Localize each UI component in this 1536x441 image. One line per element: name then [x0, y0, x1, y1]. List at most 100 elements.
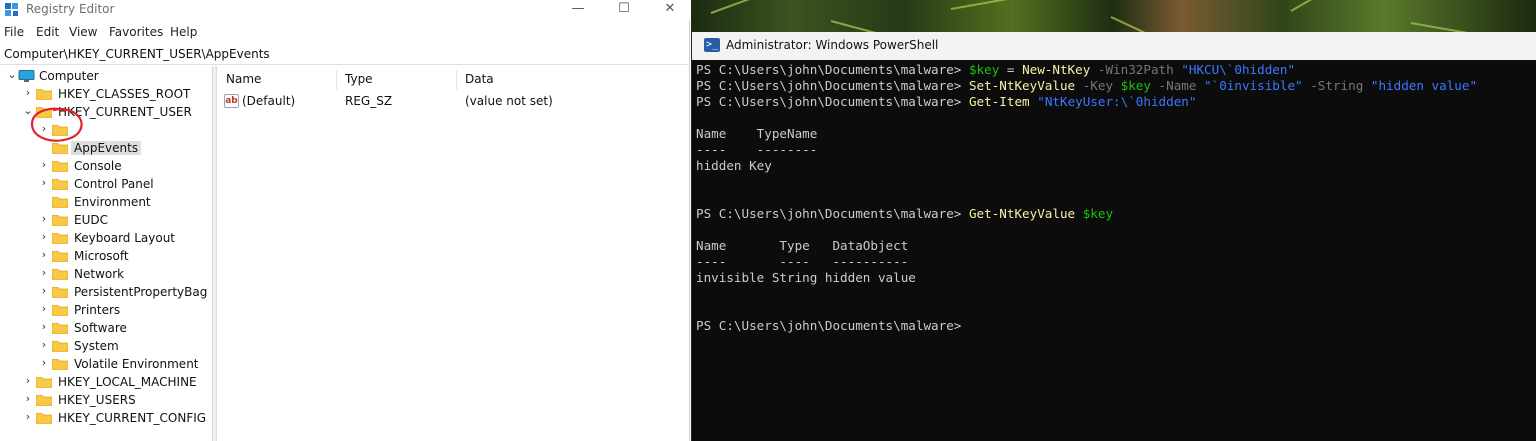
console-token: ---- --------	[696, 142, 818, 157]
chevron-right-icon[interactable]: ›	[22, 374, 34, 388]
console-token: Get-NtKeyValue	[968, 206, 1076, 221]
chevron-right-icon[interactable]: ›	[38, 230, 50, 244]
wallpaper-detail	[950, 0, 1021, 10]
menu-file[interactable]: File	[4, 25, 24, 39]
console-token: -Name	[1150, 78, 1205, 93]
chevron-right-icon[interactable]: ›	[38, 158, 50, 172]
tree-node-console[interactable]: › Console	[38, 157, 208, 175]
chevron-right-icon[interactable]: ›	[22, 392, 34, 406]
column-header-type[interactable]: Type	[345, 72, 373, 86]
console-line: ---- --------	[696, 142, 817, 158]
tree-node-network[interactable]: › Network	[38, 265, 208, 283]
wallpaper-detail	[1110, 16, 1193, 32]
tree-node-system[interactable]: › System	[38, 337, 208, 355]
powershell-window: >_ Administrator: Windows PowerShell PS …	[691, 32, 1536, 441]
tree-node-software[interactable]: › Software	[38, 319, 208, 337]
folder-icon	[52, 215, 68, 226]
tree-node-hkey-current-config[interactable]: › HKEY_CURRENT_CONFIG	[22, 409, 212, 427]
tree-label: HKEY_LOCAL_MACHINE	[58, 375, 197, 389]
address-bar[interactable]: Computer\HKEY_CURRENT_USER\AppEvents	[4, 47, 270, 61]
tree-label: Network	[74, 267, 125, 281]
console-line: Name TypeName	[696, 126, 817, 142]
menu-favorites[interactable]: Favorites	[109, 25, 163, 39]
chevron-right-icon[interactable]: ›	[38, 356, 50, 370]
console-line: Name Type DataObject	[696, 238, 908, 254]
console-token: $key	[1120, 78, 1151, 93]
console-token: New-NtKey	[1022, 62, 1091, 77]
console-token: -String	[1302, 78, 1371, 93]
console-line: PS C:\Users\john\Documents\malware> Set-…	[696, 78, 1477, 94]
console-line: PS C:\Users\john\Documents\malware> Get-…	[696, 206, 1113, 222]
console-token: PS C:\Users\john\Documents\malware>	[696, 206, 969, 221]
folder-icon	[52, 341, 68, 352]
tree-label: Microsoft	[74, 249, 129, 263]
chevron-right-icon[interactable]: ›	[38, 266, 50, 280]
column-separator[interactable]	[456, 70, 457, 90]
value-name: (Default)	[242, 94, 296, 108]
tree-node-persistent-property-bag[interactable]: › PersistentPropertyBag	[38, 283, 210, 301]
chevron-right-icon[interactable]: ›	[38, 320, 50, 334]
tree-node-keyboard-layout[interactable]: › Keyboard Layout	[38, 229, 208, 247]
tree-node-control-panel[interactable]: › Control Panel	[38, 175, 208, 193]
tree-label: HKEY_USERS	[58, 393, 136, 407]
menu-view[interactable]: View	[69, 25, 97, 39]
values-list[interactable]: Name Type Data ab (Default) REG_SZ (valu…	[218, 66, 690, 441]
tree-node-computer[interactable]: ⌄ Computer	[6, 67, 206, 85]
column-separator[interactable]	[336, 70, 337, 90]
console-token: Name TypeName	[696, 126, 818, 141]
chevron-down-icon[interactable]: ⌄	[6, 68, 18, 82]
console-token: $key	[1082, 206, 1114, 221]
folder-icon	[36, 377, 52, 388]
tree-label: Volatile Environment	[74, 357, 199, 371]
chevron-right-icon[interactable]: ›	[22, 86, 34, 100]
folder-icon	[52, 161, 68, 172]
tree-label: Printers	[74, 303, 121, 317]
console-token: PS C:\Users\john\Documents\malware>	[696, 94, 969, 109]
tree-label: Console	[74, 159, 122, 173]
chevron-right-icon[interactable]: ›	[38, 248, 50, 262]
tree-node-printers[interactable]: › Printers	[38, 301, 208, 319]
desktop-wallpaper	[691, 0, 1536, 32]
chevron-right-icon[interactable]: ›	[38, 176, 50, 190]
tree-node-environment[interactable]: Environment	[38, 193, 208, 211]
column-header-name[interactable]: Name	[226, 72, 261, 86]
console-token: Name Type DataObject	[696, 238, 909, 253]
wallpaper-detail	[830, 20, 909, 32]
title-bar[interactable]: >_ Administrator: Windows PowerShell	[692, 32, 1536, 60]
tree-label: Keyboard Layout	[74, 231, 176, 245]
wallpaper-detail	[1410, 22, 1490, 32]
tree-node-eudc[interactable]: › EUDC	[38, 211, 208, 229]
tree-node-microsoft[interactable]: › Microsoft	[38, 247, 208, 265]
tree-node-hkey-local-machine[interactable]: › HKEY_LOCAL_MACHINE	[22, 373, 212, 391]
menu-help[interactable]: Help	[170, 25, 197, 39]
console-token: invisible String hidden value	[696, 270, 916, 285]
chevron-right-icon[interactable]: ›	[38, 302, 50, 316]
chevron-right-icon[interactable]: ›	[38, 284, 50, 298]
console-token: PS C:\Users\john\Documents\malware>	[696, 318, 962, 333]
close-button[interactable]: ✕	[647, 0, 693, 20]
column-header-data[interactable]: Data	[465, 72, 494, 86]
chevron-right-icon[interactable]: ›	[38, 338, 50, 352]
title-bar[interactable]: Registry Editor — ☐ ✕	[0, 0, 690, 20]
tree-label: Software	[74, 321, 127, 335]
folder-icon	[36, 395, 52, 406]
console-token: "`0invisible"	[1204, 78, 1303, 93]
powershell-icon: >_	[704, 38, 720, 52]
maximize-button[interactable]: ☐	[601, 0, 647, 20]
tree-node-hkey-users[interactable]: › HKEY_USERS	[22, 391, 212, 409]
minimize-button[interactable]: —	[555, 0, 601, 20]
console-line: invisible String hidden value	[696, 270, 916, 286]
chevron-right-icon[interactable]: ›	[22, 410, 34, 424]
tree-node-hkey-classes-root[interactable]: › HKEY_CLASSES_ROOT	[22, 85, 212, 103]
console-token: "hidden value"	[1370, 78, 1478, 93]
window-title: Registry Editor	[26, 2, 115, 16]
menu-edit[interactable]: Edit	[36, 25, 59, 39]
chevron-right-icon[interactable]: ›	[38, 212, 50, 226]
tree-node-volatile-environment[interactable]: › Volatile Environment	[38, 355, 208, 373]
tree-label: Environment	[74, 195, 151, 209]
console-token: PS C:\Users\john\Documents\malware>	[696, 78, 969, 93]
pane-splitter[interactable]	[212, 66, 217, 441]
tree-label: HKEY_CURRENT_CONFIG	[58, 411, 207, 425]
folder-icon	[52, 287, 68, 298]
folder-icon	[52, 251, 68, 262]
